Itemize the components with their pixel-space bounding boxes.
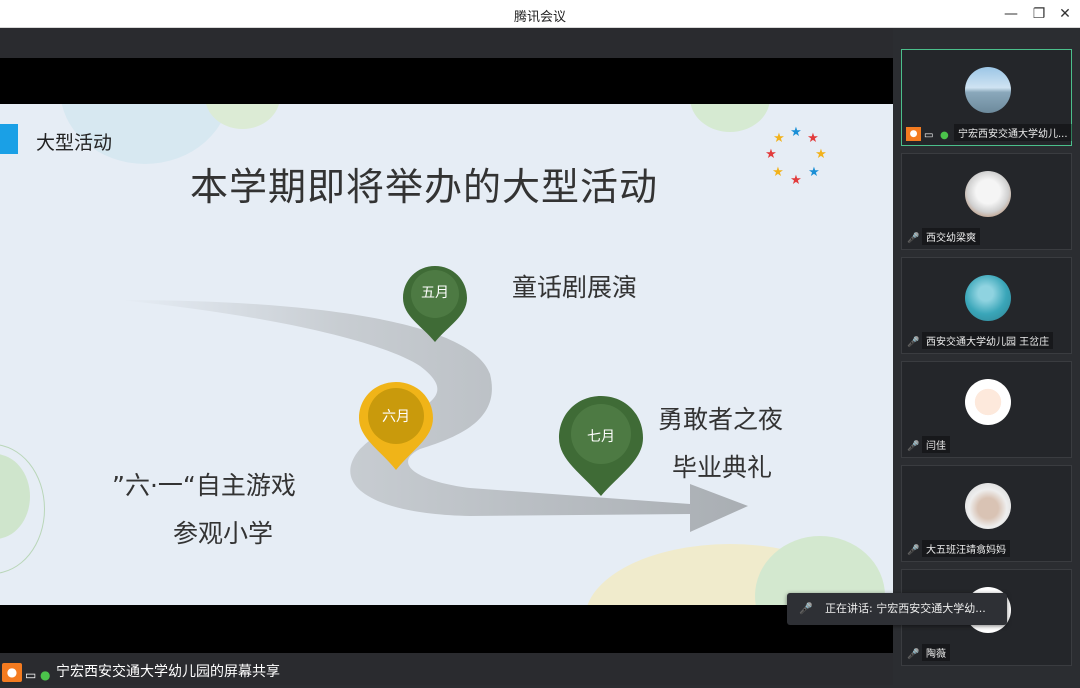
participant-name: 西交幼梁爽	[922, 228, 980, 245]
mic-muted-icon: 🎤	[907, 545, 920, 556]
mic-on-icon: ●	[940, 130, 949, 141]
avatar	[965, 379, 1011, 425]
participant-name: 西安交通大学幼儿园 王岔庄	[922, 332, 1054, 349]
june-event-line1: ”六·一“自主游戏	[112, 471, 296, 500]
participant-name: 大五班汪靖翕妈妈	[922, 540, 1010, 557]
timeline-road-arrow	[120, 300, 748, 532]
pin-june-label: 六月	[382, 409, 410, 425]
participant-tile[interactable]: 🎤 西安交通大学幼儿园 王岔庄	[901, 257, 1072, 354]
avatar	[965, 171, 1011, 217]
host-icon: ●	[906, 127, 921, 141]
letterbox-bottom	[0, 605, 893, 653]
speaking-indicator: 🎤 正在讲话: 宁宏西安交通大学幼...	[787, 593, 1007, 625]
stage-top-strip	[0, 28, 893, 58]
mic-icon: 🎤	[799, 602, 813, 615]
title-bar: 腾讯会议 — ❐ ✕	[0, 0, 1080, 28]
participant-name: 陶薇	[922, 644, 950, 661]
participant-tile[interactable]: ● ▭ ● 宁宏西安交通大学幼儿...	[901, 49, 1072, 146]
speaking-text: 正在讲话: 宁宏西安交通大学幼...	[825, 602, 986, 615]
participant-sidebar: ● ▭ ● 宁宏西安交通大学幼儿... 🎤 西交幼梁爽 🎤 西安交通大学幼儿园 …	[893, 28, 1080, 685]
presentation-slide: 大型活动 本学期即将举办的大型活动 ★ ★ ★ ★ ★ ★ ★ ★ 五月 六月 …	[0, 104, 893, 605]
mic-on-icon: ●	[40, 668, 51, 682]
mic-muted-icon: 🎤	[907, 441, 920, 452]
pin-may	[403, 266, 467, 342]
shared-screen-stage[interactable]: 大型活动 本学期即将举办的大型活动 ★ ★ ★ ★ ★ ★ ★ ★ 五月 六月 …	[0, 28, 893, 685]
screen-share-icon: ▭	[25, 668, 37, 682]
pin-june	[359, 382, 433, 470]
screen-share-label: ● ▭ ● 宁宏西安交通大学幼儿园的屏幕共享	[0, 660, 288, 685]
minimize-button[interactable]: —	[998, 2, 1024, 26]
window-title: 腾讯会议	[513, 10, 566, 25]
close-button[interactable]: ✕	[1052, 2, 1078, 26]
pin-july-label: 七月	[587, 429, 615, 445]
mic-muted-icon: 🎤	[907, 337, 920, 348]
mic-muted-icon: 🎤	[907, 649, 920, 660]
may-event: 童话剧展演	[512, 273, 638, 302]
july-event-line1: 勇敢者之夜	[658, 405, 784, 434]
screen-share-text: 宁宏西安交通大学幼儿园的屏幕共享	[56, 664, 280, 680]
pin-july	[559, 396, 643, 496]
avatar	[965, 483, 1011, 529]
participant-tile[interactable]: 🎤 大五班汪靖翕妈妈	[901, 465, 1072, 562]
participant-name: 宁宏西安交通大学幼儿...	[954, 124, 1072, 141]
avatar	[965, 67, 1011, 113]
mic-muted-icon: 🎤	[907, 233, 920, 244]
participant-tile[interactable]: 🎤 闫佳	[901, 361, 1072, 458]
letterbox-top	[0, 58, 893, 104]
july-event-line2: 毕业典礼	[672, 453, 773, 482]
screen-share-icon: ▭	[924, 130, 934, 141]
participant-tile[interactable]: 🎤 西交幼梁爽	[901, 153, 1072, 250]
participant-name: 闫佳	[922, 436, 950, 453]
avatar	[965, 275, 1011, 321]
restore-button[interactable]: ❐	[1026, 2, 1052, 26]
pin-may-label: 五月	[421, 285, 449, 301]
june-event-line2: 参观小学	[173, 519, 274, 548]
host-icon: ●	[2, 663, 22, 682]
